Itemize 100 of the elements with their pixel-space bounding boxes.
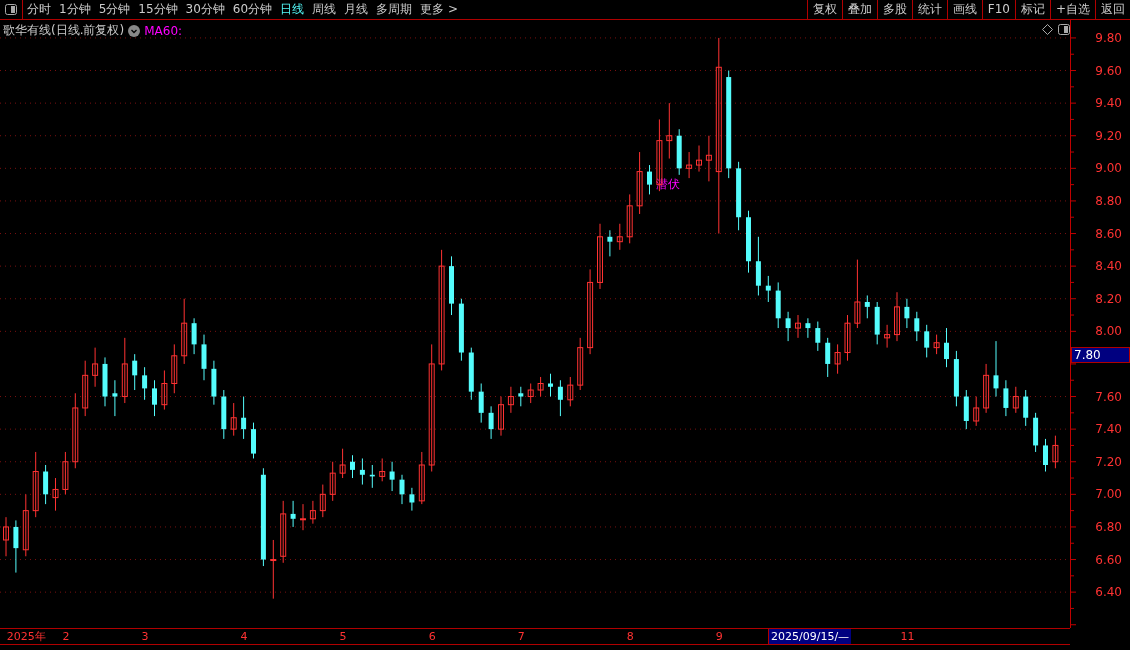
toolbar-button[interactable]: 画线 — [946, 0, 982, 19]
time-axis-label: 6 — [427, 629, 436, 644]
period-tab[interactable]: 分时 — [23, 0, 55, 19]
candlestick — [102, 356, 108, 407]
candlestick — [1052, 435, 1059, 469]
price-axis-label: 7.40 — [1095, 422, 1122, 437]
candlestick — [696, 145, 702, 173]
candlestick — [924, 324, 930, 358]
time-axis-label: 4 — [239, 629, 248, 644]
candlestick — [577, 337, 584, 391]
candlestick — [944, 327, 949, 368]
candlestick — [933, 334, 940, 355]
price-axis-label: 9.40 — [1095, 96, 1122, 111]
candlestick — [904, 298, 910, 329]
time-axis-label: 7 — [516, 629, 525, 644]
toolbar-button[interactable]: 多股 — [876, 0, 912, 19]
candlestick — [52, 477, 59, 512]
candlestick — [825, 337, 831, 378]
time-axis-label: 9 — [714, 629, 723, 644]
price-axis-label: 7.20 — [1095, 454, 1122, 469]
candlestick — [112, 379, 118, 417]
period-tab[interactable]: 5分钟 — [94, 0, 135, 19]
candlestick — [478, 383, 484, 424]
candlestick — [92, 347, 99, 388]
candlestick — [290, 500, 296, 528]
candlestick — [518, 386, 524, 407]
chart-title: 歌华有线(日线.前复权) — [3, 22, 125, 39]
candlestick — [686, 151, 693, 179]
candlestick — [230, 402, 237, 437]
candlestick — [309, 500, 316, 525]
toolbar-button[interactable]: 返回 — [1095, 0, 1130, 19]
candlestick — [815, 321, 821, 352]
candlestick — [221, 389, 227, 440]
period-tab[interactable]: 更多 > — [416, 0, 462, 19]
candlestick — [854, 259, 861, 329]
candlestick — [161, 369, 168, 411]
candlestick — [993, 340, 999, 398]
candlestick — [488, 405, 494, 440]
candlestick — [152, 379, 157, 417]
price-axis-label: 6.60 — [1095, 552, 1122, 567]
candlestick — [567, 376, 574, 407]
candlestick — [537, 376, 544, 398]
period-tab[interactable]: 30分钟 — [181, 0, 229, 19]
candlestick — [894, 291, 900, 342]
candlestick — [241, 396, 247, 440]
candlestick — [775, 281, 781, 329]
candlestick — [449, 255, 454, 316]
panel-toggle-icon[interactable] — [1058, 24, 1070, 35]
candlestick — [251, 422, 256, 459]
toolbar-button[interactable]: 标记 — [1014, 0, 1050, 19]
candlestick — [409, 487, 415, 512]
candlestick — [834, 343, 841, 375]
candlestick — [647, 164, 652, 195]
candlestick — [626, 193, 633, 244]
diamond-icon[interactable] — [1042, 24, 1053, 35]
candlestick — [1033, 412, 1039, 453]
candlestick — [498, 396, 504, 437]
period-tab[interactable]: 周线 — [308, 0, 341, 19]
candlestick — [676, 128, 682, 176]
period-tab[interactable]: 15分钟 — [134, 0, 182, 19]
candlestick — [418, 451, 425, 505]
dropdown-button[interactable] — [128, 24, 141, 37]
candlestick — [666, 102, 673, 160]
candlestick — [359, 458, 365, 486]
candlestick — [765, 275, 771, 303]
period-tab[interactable]: 月线 — [340, 0, 373, 19]
price-axis-label: 9.20 — [1095, 128, 1122, 143]
price-axis-label: 6.80 — [1095, 519, 1122, 534]
candlestick — [914, 311, 920, 342]
period-tab[interactable]: 日线 — [276, 0, 309, 19]
candlestick — [43, 464, 49, 505]
candlestick — [1003, 379, 1009, 417]
price-axis-label: 8.20 — [1095, 291, 1122, 306]
price-axis-label: 8.40 — [1095, 259, 1122, 274]
toolbar-button[interactable]: 统计 — [911, 0, 947, 19]
period-tab[interactable]: 60分钟 — [228, 0, 277, 19]
toolbar-button[interactable]: 叠加 — [841, 0, 877, 19]
candlestick — [953, 350, 959, 407]
price-axis-label: 7.60 — [1095, 389, 1122, 404]
candlestick — [319, 484, 326, 518]
period-tab[interactable]: 多周期 — [372, 0, 417, 19]
candlestick — [201, 334, 207, 381]
candlestick — [62, 451, 69, 495]
candlestick — [746, 210, 751, 274]
panel-toggle-icon[interactable] — [5, 4, 17, 15]
candlestick — [458, 298, 464, 362]
time-axis-label: 11 — [899, 629, 915, 644]
price-axis-label: 8.60 — [1095, 226, 1122, 241]
price-axis-label: 8.00 — [1095, 324, 1122, 339]
candlestick — [805, 317, 811, 339]
toolbar-button[interactable]: F10 — [981, 0, 1015, 19]
candlestick — [280, 500, 287, 564]
candlestick — [389, 461, 395, 492]
price-axis-label: 8.80 — [1095, 193, 1122, 208]
toolbar-button[interactable]: 复权 — [806, 0, 842, 19]
time-axis-label: 2 — [61, 629, 70, 644]
candlestick — [607, 229, 613, 257]
candlestick — [32, 451, 39, 518]
period-tab[interactable]: 1分钟 — [55, 0, 95, 19]
toolbar-button[interactable]: +自选 — [1049, 0, 1095, 19]
